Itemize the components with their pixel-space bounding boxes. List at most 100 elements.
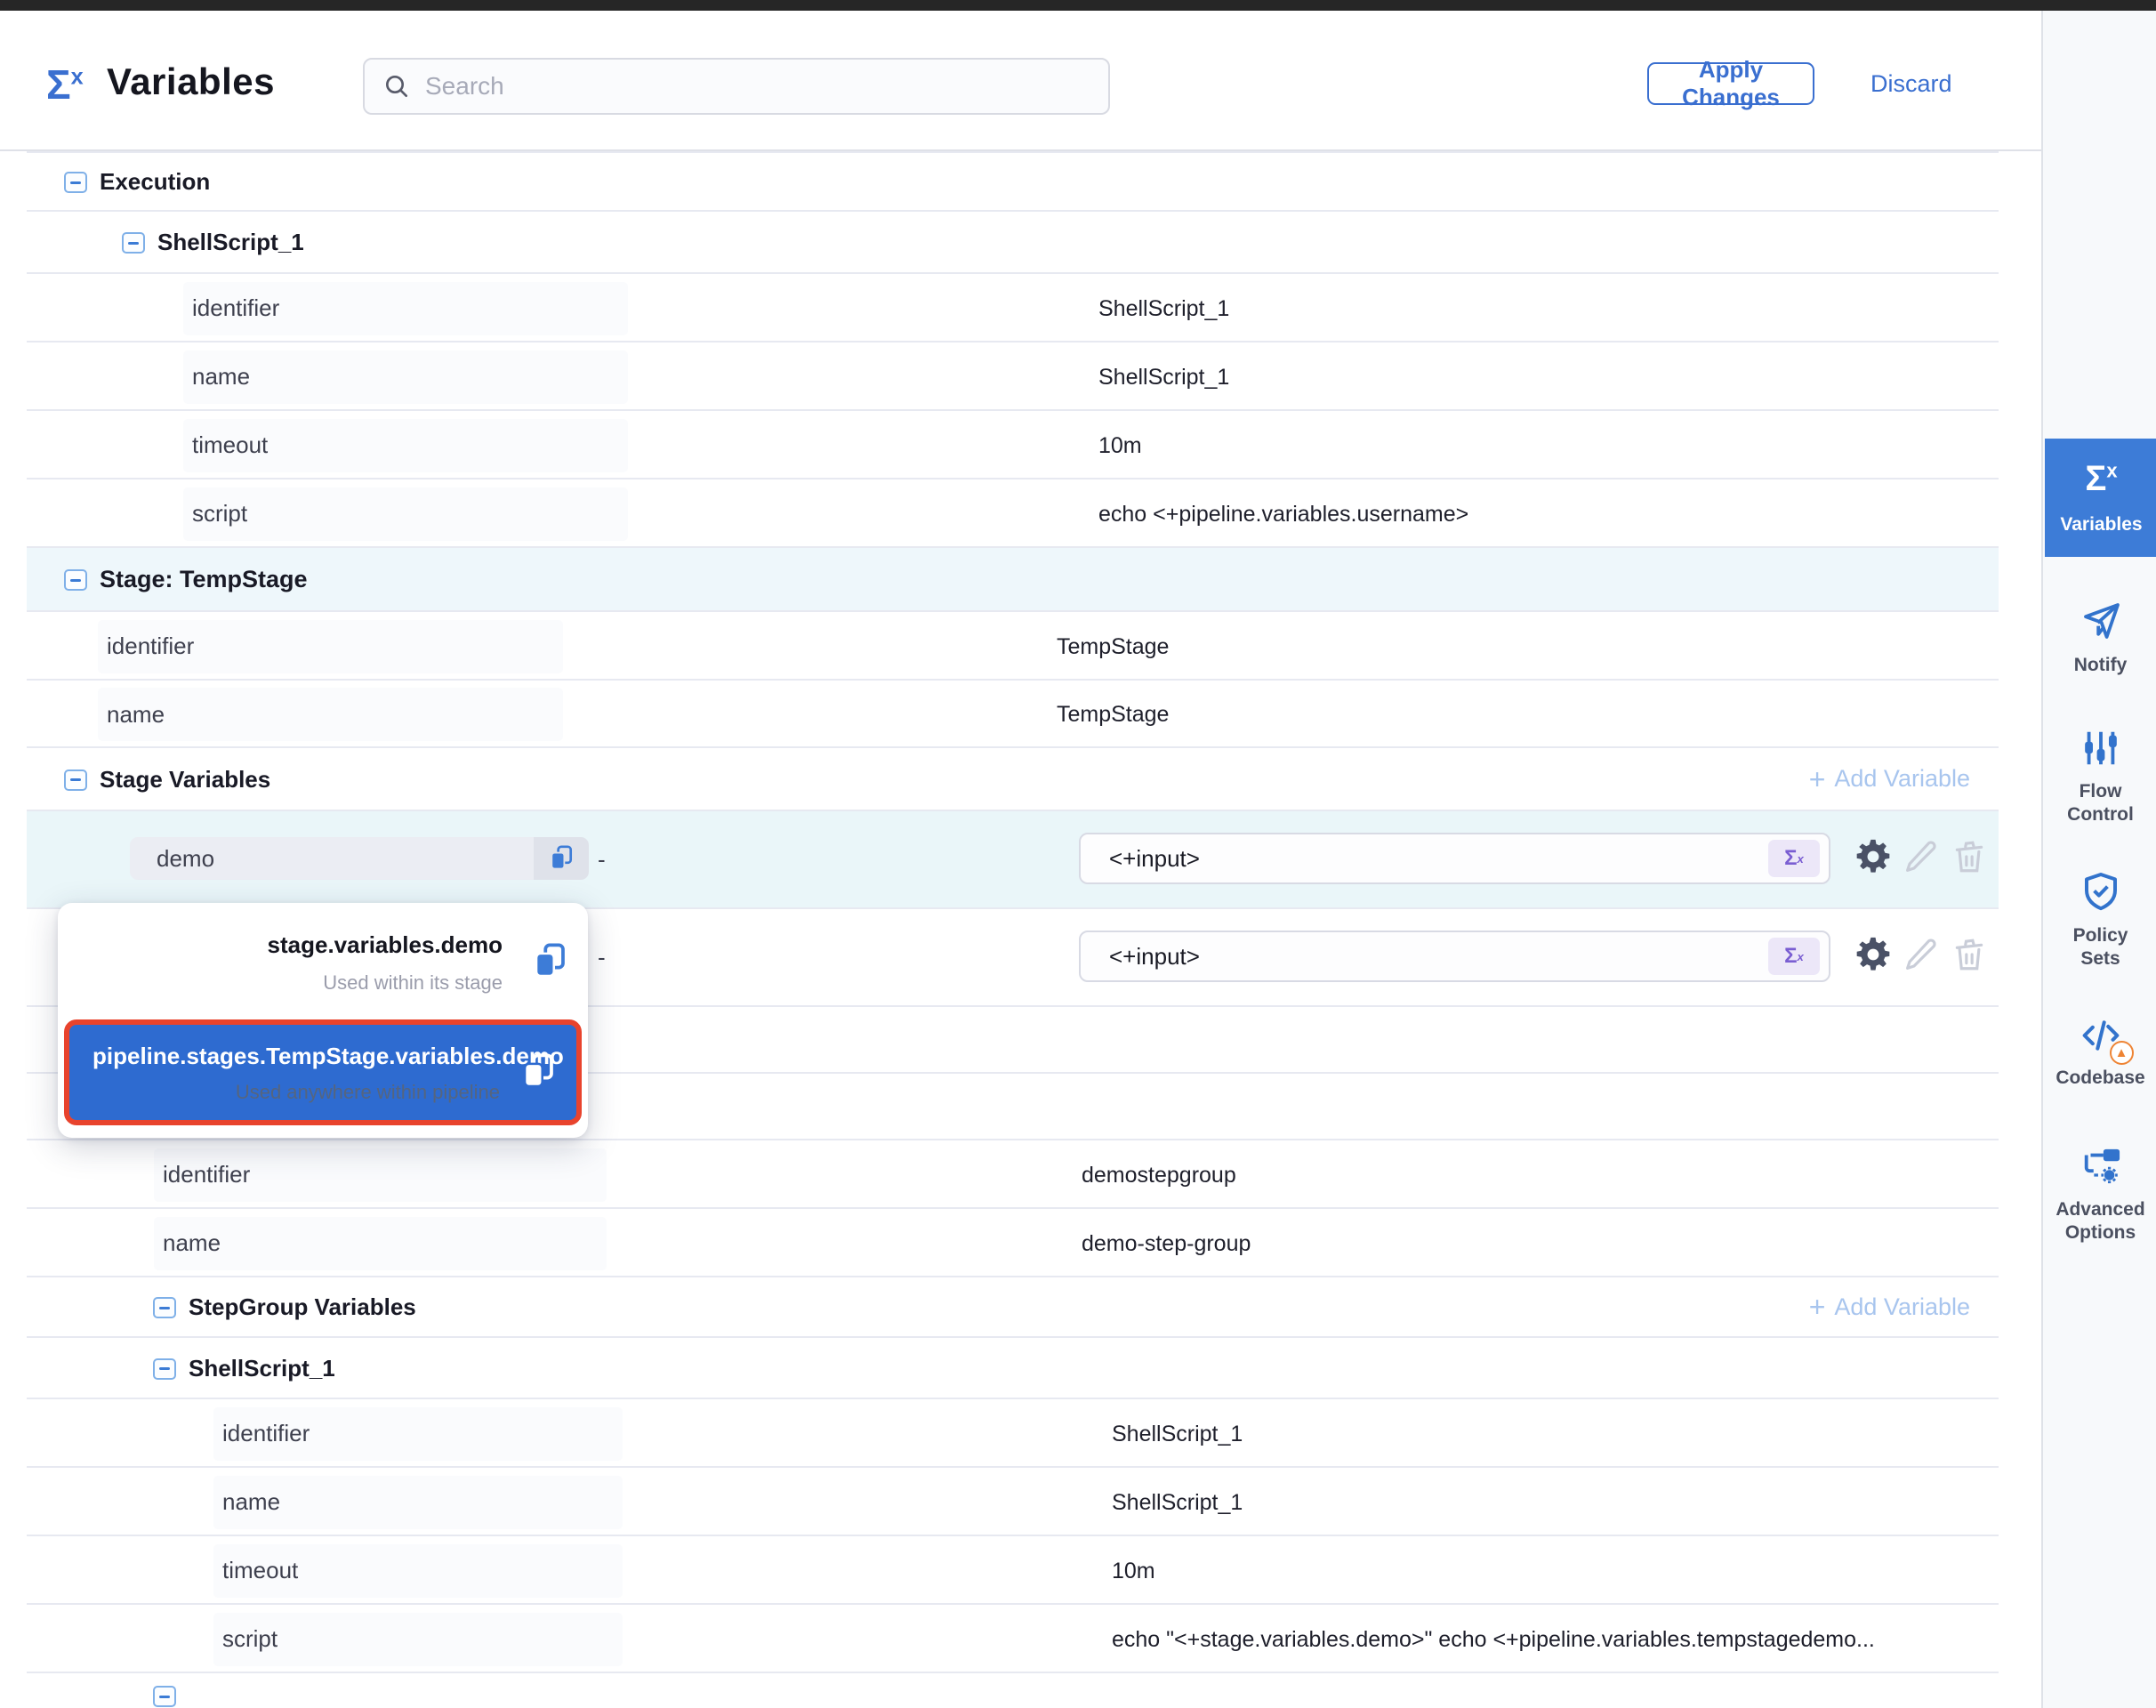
section-row: ShellScript_1 xyxy=(27,212,1999,274)
variable-row: demo-<+input>Σx xyxy=(27,811,1999,909)
variable-value-input[interactable]: <+input>Σx xyxy=(1079,931,1830,982)
field-row: identifier demostepgroup xyxy=(27,1140,1999,1209)
sliders-icon xyxy=(2080,728,2121,771)
variables-panel: Σx Variables Apply Changes Discard Execu… xyxy=(0,0,2156,1708)
field-label-cell: identifier xyxy=(183,282,628,335)
field-value: echo <+pipeline.variables.username> xyxy=(1098,502,1468,528)
variable-reference-popup: stage.variables.demoUsed within its stag… xyxy=(58,903,588,1138)
shield-check-icon xyxy=(2080,870,2122,915)
field-row: scriptecho "<+stage.variables.demo>" ech… xyxy=(27,1605,1999,1673)
collapse-minus-icon[interactable] xyxy=(64,769,87,791)
field-row: name demo-step-group xyxy=(27,1209,1999,1277)
warning-badge-icon: ▲ xyxy=(2110,1041,2134,1065)
variable-value-text: <+input> xyxy=(1109,943,1768,971)
field-value: 10m xyxy=(1098,433,1142,459)
collapse-minus-icon[interactable] xyxy=(64,172,87,193)
field-value: demo-step-group xyxy=(1082,1231,1251,1257)
partial-row xyxy=(27,1673,1999,1708)
field-label-cell: identifier xyxy=(213,1407,623,1461)
sigma-sup: x xyxy=(1798,852,1804,866)
settings-button[interactable] xyxy=(1852,836,1895,879)
section-row: ShellScript_1 xyxy=(27,1338,1999,1399)
field-row: name ShellScript_1 xyxy=(27,1468,1999,1536)
expression-sigma-chip[interactable]: Σx xyxy=(1768,840,1820,877)
field-row: identifier ShellScript_1 xyxy=(27,274,1999,342)
settings-button[interactable] xyxy=(1852,934,1895,977)
field-value: ShellScript_1 xyxy=(1112,1490,1243,1516)
copy-variable-name-button[interactable] xyxy=(534,837,589,880)
section-row: Execution xyxy=(27,153,1999,212)
delete-variable-button[interactable] xyxy=(1948,836,1991,879)
panel-header: Σx Variables Apply Changes Discard xyxy=(0,11,2156,151)
field-label-cell: name xyxy=(213,1476,623,1529)
add-variable-button[interactable]: + Add Variable xyxy=(1809,765,1970,794)
collapse-minus-icon[interactable] xyxy=(64,569,87,591)
field-label-cell: timeout xyxy=(213,1544,623,1598)
collapse-minus-icon[interactable] xyxy=(153,1686,176,1707)
sidebar-item-advanced-options[interactable]: AdvancedOptions xyxy=(2045,1146,2156,1245)
variable-value-text: <+input> xyxy=(1109,845,1768,873)
field-value: ShellScript_1 xyxy=(1098,296,1229,322)
required-dash: - xyxy=(598,932,606,982)
collapse-minus-icon[interactable] xyxy=(153,1358,176,1380)
section-label: Stage Variables xyxy=(100,766,270,794)
field-value: TempStage xyxy=(1057,634,1169,660)
add-variable-button[interactable]: +Add Variable xyxy=(1809,1293,1970,1321)
required-dash: - xyxy=(598,834,606,884)
right-rail-sidebar: ΣxVariables Notify FlowControl PolicySets ▲C… xyxy=(2041,11,2156,1708)
search-input[interactable] xyxy=(425,72,1090,101)
field-value: echo "<+stage.variables.demo>" echo <+pi… xyxy=(1112,1627,1875,1653)
collapse-minus-icon[interactable] xyxy=(122,232,145,254)
sidebar-item-variables[interactable]: ΣxVariables xyxy=(2045,439,2156,557)
add-variable-label: Add Variable xyxy=(1834,1293,1970,1321)
sidebar-item-codebase[interactable]: ▲Codebase xyxy=(2045,1016,2156,1090)
variable-value-input[interactable]: <+input>Σx xyxy=(1079,833,1830,884)
field-row: timeout10m xyxy=(27,411,1999,479)
discard-button[interactable]: Discard xyxy=(1854,62,1968,105)
plus-icon: + xyxy=(1809,765,1826,794)
pencil-icon xyxy=(1903,936,1940,976)
field-value: demostepgroup xyxy=(1082,1163,1236,1188)
field-label-cell: name xyxy=(154,1217,607,1270)
copy-expression-button[interactable] xyxy=(519,1051,557,1093)
field-value: TempStage xyxy=(1057,702,1169,728)
trash-icon xyxy=(1951,838,1988,878)
sigma-glyph: Σ xyxy=(1784,846,1797,871)
sidebar-item-label: Codebase xyxy=(2055,1067,2144,1090)
sidebar-item-flow-control[interactable]: FlowControl xyxy=(2045,728,2156,826)
field-value: ShellScript_1 xyxy=(1098,365,1229,391)
edit-variable-button[interactable] xyxy=(1900,836,1943,879)
field-row: script echo <+pipeline.variables.username… xyxy=(27,479,1999,548)
variable-name-pill: demo xyxy=(130,837,589,880)
field-value: ShellScript_1 xyxy=(1112,1422,1243,1447)
expression-sigma-chip[interactable]: Σx xyxy=(1768,938,1820,975)
section-row: StepGroup Variables+Add Variable xyxy=(27,1277,1999,1338)
copy-icon xyxy=(531,941,568,980)
sigma-glyph: Σ xyxy=(1784,944,1797,969)
field-label-cell: name xyxy=(98,688,563,741)
sidebar-item-label: Notify xyxy=(2074,654,2128,677)
copy-icon xyxy=(548,844,575,873)
delete-variable-button[interactable] xyxy=(1948,934,1991,977)
copy-expression-button[interactable] xyxy=(531,941,568,983)
apply-changes-button[interactable]: Apply Changes xyxy=(1647,62,1814,105)
edit-variable-button[interactable] xyxy=(1900,934,1943,977)
popup-item-expression: pipeline.stages.TempStage.variables.demo xyxy=(93,1043,500,1070)
field-label-cell: script xyxy=(183,487,628,541)
field-label-cell: identifier xyxy=(154,1148,607,1202)
popup-item-pipeline-scope-selected[interactable]: pipeline.stages.TempStage.variables.demo… xyxy=(64,1019,582,1125)
field-label-cell: name xyxy=(183,350,628,404)
sidebar-item-notify[interactable]: Notify xyxy=(2045,600,2156,677)
collapse-minus-icon[interactable] xyxy=(153,1297,176,1318)
variables-tree-content: ExecutionShellScript_1identifierShellScr… xyxy=(0,151,2041,1708)
popup-item-scope-hint: Used anywhere within pipeline xyxy=(93,1081,500,1104)
sidebar-item-policy-sets[interactable]: PolicySets xyxy=(2045,870,2156,971)
popup-item-stage-scope[interactable]: stage.variables.demoUsed within its stag… xyxy=(58,910,588,1014)
page-title: Variables xyxy=(107,60,275,103)
search-box[interactable] xyxy=(363,58,1110,115)
gear-icon xyxy=(1854,935,1893,977)
field-row: name ShellScript_1 xyxy=(27,342,1999,411)
add-variable-label: Add Variable xyxy=(1834,765,1970,793)
window-top-strip xyxy=(0,0,2156,11)
variable-name: demo xyxy=(130,837,534,880)
